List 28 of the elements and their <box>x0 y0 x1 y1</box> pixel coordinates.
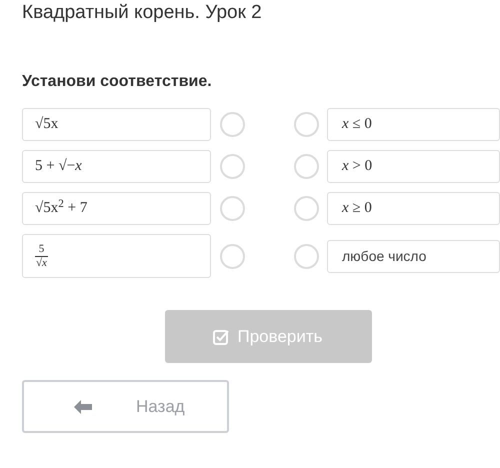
radio-button[interactable] <box>220 196 245 221</box>
answer-card[interactable]: x ≤ 0 <box>327 108 500 141</box>
radio-button[interactable] <box>220 154 245 179</box>
radio-button[interactable] <box>294 154 319 179</box>
math-expression: x > 0 <box>342 157 372 176</box>
math-expression: √5x <box>35 115 58 134</box>
answer-card[interactable]: 5 √x <box>22 234 211 278</box>
answer-card[interactable]: √5x$^{2}$ + 7 <box>22 192 211 225</box>
radio-button[interactable] <box>220 112 245 137</box>
task-instruction: Установи соответствие. <box>21 72 213 92</box>
checkbox-icon <box>213 328 230 344</box>
answer-card[interactable]: 5 + √−x <box>22 150 211 183</box>
math-expression: √5x$^{2}$ + 7 <box>35 197 88 218</box>
answer-card[interactable]: x ≥ 0 <box>327 192 500 225</box>
radio-button[interactable] <box>294 244 319 268</box>
left-arrow-icon <box>74 400 92 414</box>
radio-button[interactable] <box>294 112 319 137</box>
answer-card[interactable]: √5x <box>22 108 211 141</box>
fraction-expression: 5 √x <box>35 242 48 270</box>
math-expression: 5 + √−x <box>35 157 82 176</box>
answer-card[interactable]: x > 0 <box>327 150 500 183</box>
page-title: Квадратный корень. Урок 2 <box>21 1 263 24</box>
math-expression: x ≥ 0 <box>342 199 372 218</box>
answer-text: любое число <box>342 246 426 266</box>
radio-button[interactable] <box>220 244 245 268</box>
radio-button[interactable] <box>294 196 319 221</box>
math-expression: x ≤ 0 <box>342 115 372 134</box>
answer-card[interactable]: любое число <box>327 240 500 272</box>
